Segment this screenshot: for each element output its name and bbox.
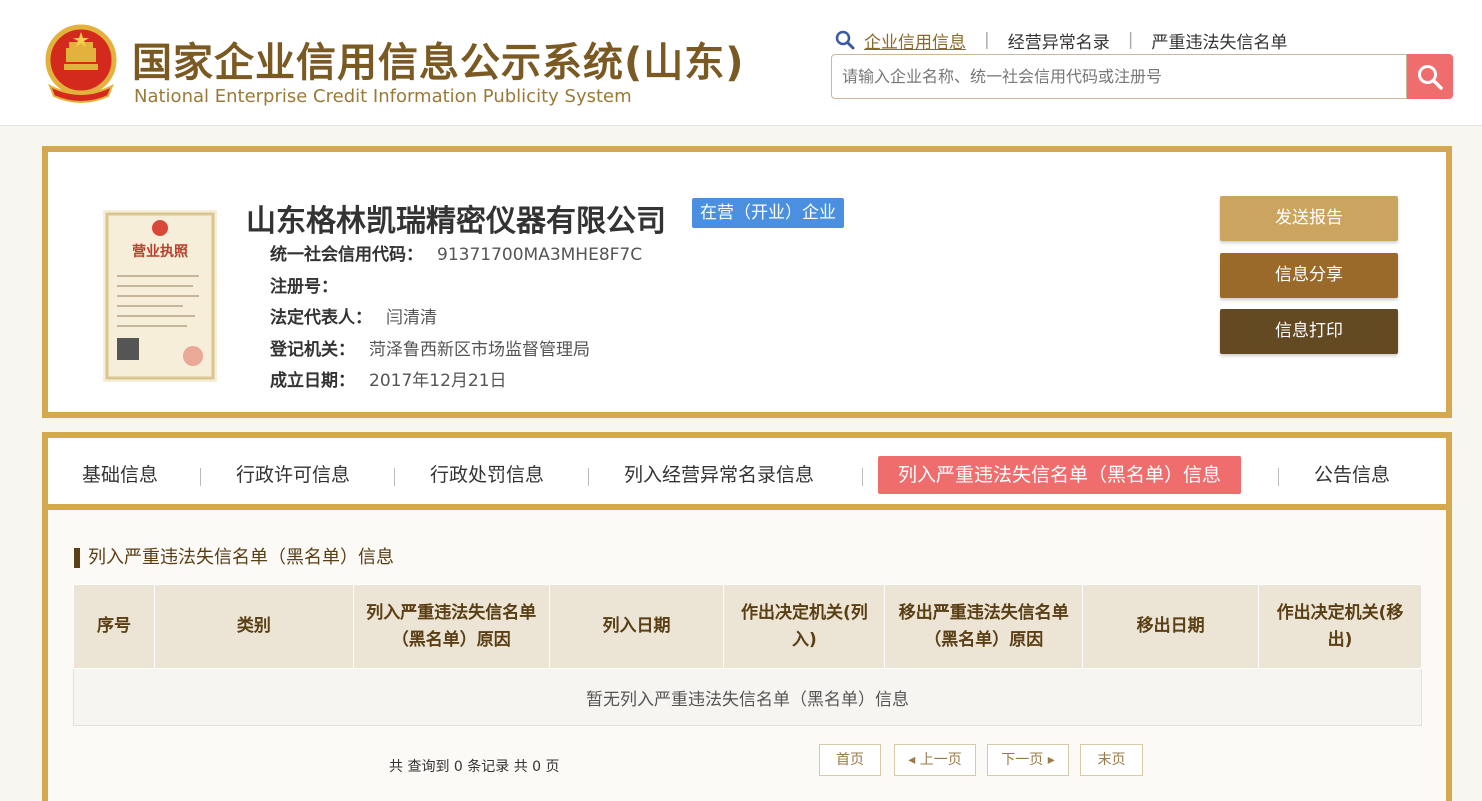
tab-announcement[interactable]: 公告信息 — [1314, 456, 1390, 494]
first-page-button[interactable]: 首页 — [819, 744, 881, 776]
nav-enterprise-credit[interactable]: 企业信用信息 — [864, 28, 966, 53]
info-established-date: 成立日期： 2017年12月21日 — [270, 366, 507, 391]
info-label: 成立日期： — [270, 371, 355, 391]
search-input[interactable] — [832, 55, 1406, 98]
nav-blacklist[interactable]: 严重违法失信名单 — [1151, 28, 1287, 53]
tab-admin-penalty[interactable]: 行政处罚信息 — [430, 456, 544, 494]
prev-page-button[interactable]: ◂ 上一页 — [894, 744, 976, 776]
info-label: 注册号： — [270, 277, 338, 297]
status-badge: 在营（开业）企业 — [692, 198, 844, 228]
search-icon — [1418, 64, 1443, 90]
next-page-button[interactable]: 下一页 ▸ — [987, 744, 1069, 776]
table-header-row: 序号 类别 列入严重违法失信名单（黑名单）原因 列入日期 作出决定机关(列入) … — [73, 584, 1422, 669]
tab-divider — [862, 468, 863, 486]
info-value: 闫清清 — [386, 308, 437, 328]
info-legal-rep: 法定代表人： 闫清清 — [270, 303, 437, 328]
tab-divider — [200, 468, 201, 486]
share-info-button[interactable]: 信息分享 — [1220, 253, 1398, 298]
business-license-image[interactable]: 营业执照 — [103, 210, 217, 382]
col-header: 列入日期 — [548, 584, 725, 669]
info-label: 登记机关： — [270, 340, 355, 360]
nav-abnormal-list[interactable]: 经营异常名录 — [1008, 28, 1110, 53]
table-row: 暂无列入严重违法失信名单（黑名单）信息 — [73, 668, 1422, 726]
tab-blacklist[interactable]: 列入严重违法失信名单（黑名单）信息 — [878, 456, 1242, 494]
search-box — [831, 54, 1407, 99]
tab-admin-license[interactable]: 行政许可信息 — [236, 456, 350, 494]
col-header: 移出严重违法失信名单（黑名单）原因 — [884, 584, 1084, 669]
pagination-summary: 共 查询到 0 条记录 共 0 页 — [389, 759, 560, 775]
blacklist-table: 序号 类别 列入严重违法失信名单（黑名单）原因 列入日期 作出决定机关(列入) … — [73, 584, 1422, 726]
info-value: 2017年12月21日 — [369, 371, 507, 391]
national-emblem-icon — [45, 24, 117, 103]
company-name: 山东格林凯瑞精密仪器有限公司 — [246, 204, 666, 239]
tab-divider — [588, 468, 589, 486]
col-header: 作出决定机关(列入) — [723, 584, 886, 669]
site-title-en: National Enterprise Credit Information P… — [134, 86, 632, 107]
info-value: 91371700MA3MHE8F7C — [437, 245, 643, 265]
empty-message: 暂无列入严重违法失信名单（黑名单）信息 — [73, 668, 1422, 726]
search-icon — [835, 30, 855, 50]
info-value: 菏泽鲁西新区市场监督管理局 — [369, 340, 590, 360]
last-page-button[interactable]: 末页 — [1080, 744, 1143, 776]
col-header: 移出日期 — [1082, 584, 1260, 669]
col-header: 作出决定机关(移出) — [1258, 584, 1422, 669]
tab-content: 列入严重违法失信名单（黑名单）信息 序号 类别 列入严重违法失信名单（黑名单）原… — [48, 510, 1446, 801]
info-label: 统一社会信用代码： — [270, 245, 423, 265]
license-title: 营业执照 — [132, 243, 188, 260]
company-card: 营业执照 山东格林凯瑞精密仪器有限公司 在营（开业）企业 统一社会信用代码： 91… — [42, 146, 1452, 418]
info-registration-authority: 登记机关： 菏泽鲁西新区市场监督管理局 — [270, 335, 590, 360]
section-title: 列入严重违法失信名单（黑名单）信息 — [74, 546, 394, 570]
print-info-button[interactable]: 信息打印 — [1220, 309, 1398, 354]
top-nav: 企业信用信息 | 经营异常名录 | 严重违法失信名单 — [834, 28, 1287, 53]
col-header: 序号 — [73, 584, 155, 669]
tab-divider — [394, 468, 395, 486]
site-header: 国家企业信用信息公示系统(山东) National Enterprise Cre… — [0, 0, 1482, 126]
tab-abnormal-list[interactable]: 列入经营异常名录信息 — [624, 456, 814, 494]
search-button[interactable] — [1407, 54, 1453, 99]
send-report-button[interactable]: 发送报告 — [1220, 196, 1398, 241]
col-header: 类别 — [153, 584, 354, 669]
tab-basic-info[interactable]: 基础信息 — [82, 456, 158, 494]
info-label: 法定代表人： — [270, 308, 372, 328]
tab-bar: 基础信息 行政许可信息 行政处罚信息 列入经营异常名录信息 列入严重违法失信名单… — [48, 438, 1446, 510]
site-title-cn: 国家企业信用信息公示系统(山东) — [132, 40, 745, 86]
detail-panel: 基础信息 行政许可信息 行政处罚信息 列入经营异常名录信息 列入严重违法失信名单… — [42, 432, 1452, 801]
col-header: 列入严重违法失信名单（黑名单）原因 — [352, 584, 550, 669]
nav-divider: | — [984, 30, 990, 50]
nav-divider: | — [1127, 30, 1134, 50]
info-credit-code: 统一社会信用代码： 91371700MA3MHE8F7C — [270, 240, 642, 265]
info-reg-number: 注册号： — [270, 272, 352, 297]
tab-divider — [1278, 468, 1279, 486]
